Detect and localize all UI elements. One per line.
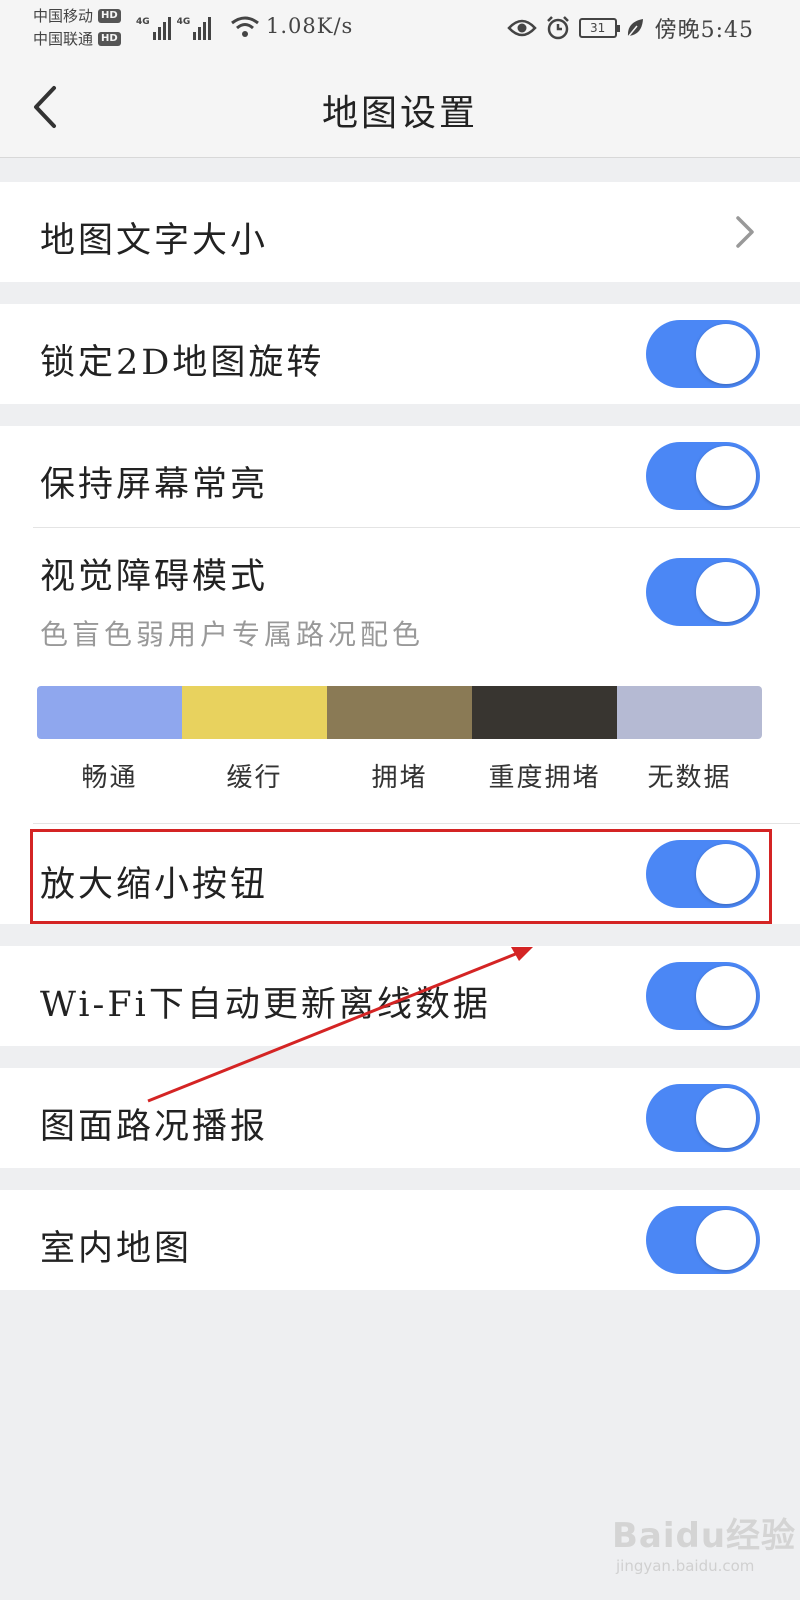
traffic-broadcast-toggle[interactable] — [646, 1084, 760, 1152]
setting-label: 图面路况播报 — [40, 1107, 269, 1147]
keep-screen-on-toggle[interactable] — [646, 442, 760, 510]
carrier-info: 中国移动 HD 中国联通 HD — [33, 4, 121, 50]
setting-indoor-map: 室内地图 — [0, 1190, 800, 1290]
eye-icon — [506, 19, 537, 37]
chevron-right-icon — [736, 216, 754, 248]
watermark-logo: Baidu经验 — [612, 1516, 797, 1556]
lock-2d-rotation-toggle[interactable] — [646, 320, 760, 388]
wifi-icon — [231, 16, 259, 37]
setting-label: 锁定2D地图旋转 — [40, 343, 325, 383]
legend-label: 畅通 — [81, 763, 138, 793]
carrier-2-name: 中国联通 — [33, 30, 94, 48]
traffic-legend-labels: 畅通 缓行 拥堵 重度拥堵 无数据 — [37, 757, 762, 794]
legend-label: 重度拥堵 — [488, 763, 601, 793]
carrier-1: 中国移动 HD — [33, 4, 121, 27]
setting-label: 室内地图 — [40, 1229, 193, 1269]
setting-wifi-auto-update: Wi-Fi下自动更新离线数据 — [0, 946, 800, 1046]
setting-font-size[interactable]: 地图文字大小 — [0, 182, 800, 282]
legend-label: 无数据 — [647, 763, 732, 793]
legend-swatch-heavy — [472, 686, 617, 739]
signal-icon: 4G — [136, 17, 171, 40]
network-type-label: 4G — [136, 17, 150, 27]
signal-icons: 4G 4G — [136, 10, 212, 40]
legend-swatch-slow — [182, 686, 327, 739]
hd-badge: HD — [98, 8, 121, 23]
legend-label: 拥堵 — [371, 763, 428, 793]
legend-label: 缓行 — [226, 763, 283, 793]
toggle-knob — [696, 1088, 756, 1148]
zoom-buttons-toggle[interactable] — [646, 840, 760, 908]
divider — [33, 527, 800, 528]
toggle-knob — [696, 966, 756, 1026]
battery-icon: 31 — [578, 18, 620, 38]
wifi-auto-update-toggle[interactable] — [646, 962, 760, 1030]
hd-badge: HD — [98, 31, 121, 46]
status-right-group: 31 傍晚5:45 — [506, 12, 754, 44]
status-bar: 中国移动 HD 中国联通 HD 4G 4G 1.08K/s 31 傍晚5:45 — [0, 0, 800, 56]
color-blind-mode-toggle[interactable] — [646, 558, 760, 626]
legend-swatch-no-data — [617, 686, 762, 739]
traffic-color-legend — [37, 686, 762, 739]
setting-label: 保持屏幕常亮 — [40, 465, 269, 505]
toggle-knob — [696, 446, 756, 506]
toggle-knob — [696, 324, 756, 384]
legend-swatch-smooth — [37, 686, 182, 739]
page-title: 地图设置 — [321, 93, 478, 134]
toggle-knob — [696, 844, 756, 904]
setting-label: 地图文字大小 — [40, 221, 269, 261]
carrier-1-name: 中国移动 — [33, 7, 94, 25]
alarm-icon — [546, 16, 569, 40]
network-type-label: 4G — [176, 17, 191, 27]
nav-header: 地图设置 — [0, 56, 800, 158]
setting-label: 视觉障碍模式 — [40, 557, 269, 597]
indoor-map-toggle[interactable] — [646, 1206, 760, 1274]
setting-lock-2d-rotation: 锁定2D地图旋转 — [0, 304, 800, 404]
carrier-2: 中国联通 HD — [33, 27, 121, 50]
watermark: Baidu经验 jingyan.baidu.com — [612, 1508, 796, 1575]
signal-icon: 4G — [177, 17, 212, 40]
network-speed: 1.08K/s — [266, 14, 354, 38]
setting-label: Wi-Fi下自动更新离线数据 — [40, 985, 491, 1025]
setting-traffic-broadcast: 图面路况播报 — [0, 1068, 800, 1168]
setting-label: 放大缩小按钮 — [40, 865, 269, 905]
legend-swatch-congested — [327, 686, 472, 739]
clock: 傍晚5:45 — [654, 18, 754, 43]
setting-subtitle: 色盲色弱用户专属路况配色 — [40, 618, 425, 651]
watermark-url: jingyan.baidu.com — [616, 1557, 755, 1575]
toggle-knob — [696, 1210, 756, 1270]
setting-zoom-buttons: 放大缩小按钮 — [0, 824, 800, 924]
toggle-knob — [696, 562, 756, 622]
leaf-icon — [627, 19, 643, 38]
